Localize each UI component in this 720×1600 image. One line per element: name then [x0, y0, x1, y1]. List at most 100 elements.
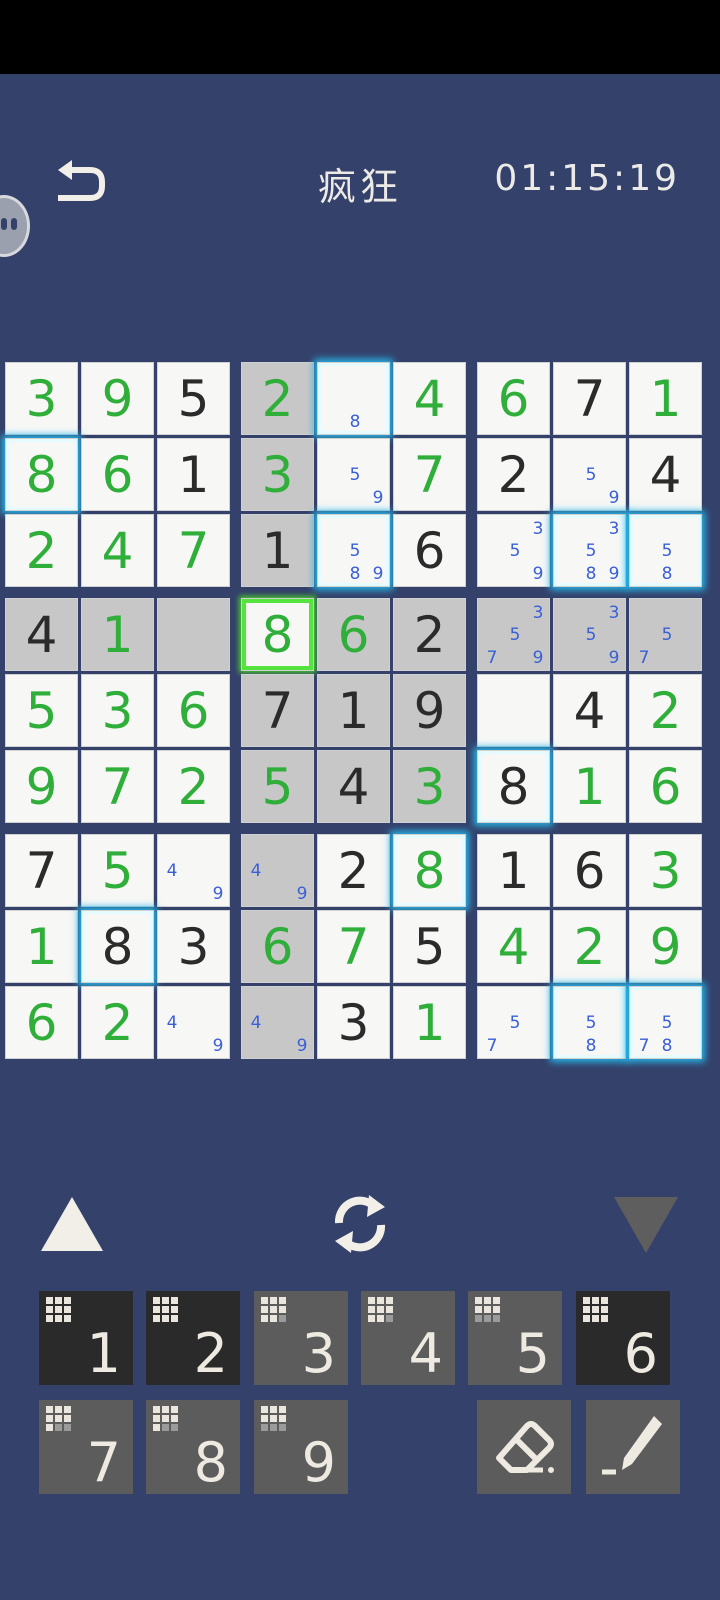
cell-r4c4[interactable]: 8: [241, 598, 314, 671]
cell-r8c5[interactable]: 7: [317, 910, 390, 983]
cell-r5c9[interactable]: 2: [629, 674, 702, 747]
cell-r4c3[interactable]: [157, 598, 230, 671]
cell-r5c7[interactable]: [477, 674, 550, 747]
cell-r4c5[interactable]: 6: [317, 598, 390, 671]
number-button-4[interactable]: 4: [361, 1291, 455, 1385]
cell-r2c9[interactable]: 4: [629, 438, 702, 511]
cell-r2c7[interactable]: 2: [477, 438, 550, 511]
cell-r2c8[interactable]: 59: [553, 438, 626, 511]
cell-r8c6[interactable]: 5: [393, 910, 466, 983]
cell-r2c4[interactable]: 3: [241, 438, 314, 511]
cell-r6c8[interactable]: 1: [553, 750, 626, 823]
cell-r2c6[interactable]: 7: [393, 438, 466, 511]
cell-r5c5[interactable]: 1: [317, 674, 390, 747]
number-button-1[interactable]: 1: [39, 1291, 133, 1385]
cell-r3c7[interactable]: 359: [477, 514, 550, 587]
cell-r9c1[interactable]: 6: [5, 986, 78, 1059]
cell-value: 7: [101, 758, 134, 816]
cell-r6c1[interactable]: 9: [5, 750, 78, 823]
cell-r2c3[interactable]: 1: [157, 438, 230, 511]
cell-r2c2[interactable]: 6: [81, 438, 154, 511]
cell-r8c3[interactable]: 3: [157, 910, 230, 983]
cell-r8c7[interactable]: 4: [477, 910, 550, 983]
cell-r5c2[interactable]: 3: [81, 674, 154, 747]
cell-r3c4[interactable]: 1: [241, 514, 314, 587]
cell-r6c2[interactable]: 7: [81, 750, 154, 823]
cell-r7c8[interactable]: 6: [553, 834, 626, 907]
progress-grid-icon: [583, 1297, 610, 1324]
cell-r1c7[interactable]: 6: [477, 362, 550, 435]
cell-r6c5[interactable]: 4: [317, 750, 390, 823]
cell-r4c7[interactable]: 357 9: [477, 598, 550, 671]
cell-r4c6[interactable]: 2: [393, 598, 466, 671]
cell-r4c2[interactable]: 1: [81, 598, 154, 671]
number-button-5[interactable]: 5: [468, 1291, 562, 1385]
cell-r6c4[interactable]: 5: [241, 750, 314, 823]
cell-r8c4[interactable]: 6: [241, 910, 314, 983]
number-button-7[interactable]: 7: [39, 1400, 133, 1494]
cell-r7c3[interactable]: 49: [157, 834, 230, 907]
cell-r7c9[interactable]: 3: [629, 834, 702, 907]
cell-r3c6[interactable]: 6: [393, 514, 466, 587]
cell-value: 4: [413, 370, 446, 428]
cell-r5c6[interactable]: 9: [393, 674, 466, 747]
erase-button[interactable]: [477, 1400, 571, 1494]
cell-r7c7[interactable]: 1: [477, 834, 550, 907]
cell-r8c8[interactable]: 2: [553, 910, 626, 983]
cell-r4c1[interactable]: 4: [5, 598, 78, 671]
cell-r1c1[interactable]: 3: [5, 362, 78, 435]
cell-r8c9[interactable]: 9: [629, 910, 702, 983]
cell-r6c9[interactable]: 6: [629, 750, 702, 823]
number-button-9[interactable]: 9: [254, 1400, 348, 1494]
cell-r9c8[interactable]: 58: [553, 986, 626, 1059]
number-button-6[interactable]: 6: [576, 1291, 670, 1385]
cell-r3c5[interactable]: 5 89: [317, 514, 390, 587]
cell-r2c5[interactable]: 59: [317, 438, 390, 511]
cell-r1c2[interactable]: 9: [81, 362, 154, 435]
cell-r8c2[interactable]: 8: [81, 910, 154, 983]
cell-r3c9[interactable]: 58: [629, 514, 702, 587]
cell-r9c5[interactable]: 3: [317, 986, 390, 1059]
cell-r1c5[interactable]: 8: [317, 362, 390, 435]
cell-r9c2[interactable]: 2: [81, 986, 154, 1059]
cell-r6c3[interactable]: 2: [157, 750, 230, 823]
cell-r3c2[interactable]: 4: [81, 514, 154, 587]
cell-r1c8[interactable]: 7: [553, 362, 626, 435]
cell-r8c1[interactable]: 1: [5, 910, 78, 983]
number-button-3[interactable]: 3: [254, 1291, 348, 1385]
cell-r4c8[interactable]: 359: [553, 598, 626, 671]
cell-r9c9[interactable]: 578: [629, 986, 702, 1059]
cell-r7c5[interactable]: 2: [317, 834, 390, 907]
cell-r9c4[interactable]: 49: [241, 986, 314, 1059]
cell-r5c8[interactable]: 4: [553, 674, 626, 747]
cell-r1c6[interactable]: 4: [393, 362, 466, 435]
pencil-note: 4: [250, 1013, 262, 1033]
cell-r7c4[interactable]: 49: [241, 834, 314, 907]
number-button-2[interactable]: 2: [146, 1291, 240, 1385]
cell-r9c6[interactable]: 1: [393, 986, 466, 1059]
pencil-notes-button[interactable]: [586, 1400, 680, 1494]
cell-r5c1[interactable]: 5: [5, 674, 78, 747]
number-button-8[interactable]: 8: [146, 1400, 240, 1494]
cell-r7c6[interactable]: 8: [393, 834, 466, 907]
cell-r7c2[interactable]: 5: [81, 834, 154, 907]
cell-r1c3[interactable]: 5: [157, 362, 230, 435]
cell-r3c3[interactable]: 7: [157, 514, 230, 587]
cell-r6c6[interactable]: 3: [393, 750, 466, 823]
cell-r9c7[interactable]: 57: [477, 986, 550, 1059]
cell-r4c9[interactable]: 57: [629, 598, 702, 671]
cell-r7c1[interactable]: 7: [5, 834, 78, 907]
cell-r5c3[interactable]: 6: [157, 674, 230, 747]
arrow-up-icon[interactable]: [41, 1197, 103, 1251]
cell-r1c4[interactable]: 2: [241, 362, 314, 435]
arrow-down-icon[interactable]: [614, 1197, 678, 1253]
cell-r3c1[interactable]: 2: [5, 514, 78, 587]
cell-r6c7[interactable]: 8: [477, 750, 550, 823]
cell-r9c3[interactable]: 49: [157, 986, 230, 1059]
refresh-button[interactable]: [325, 1193, 395, 1255]
cell-value: 5: [177, 370, 210, 428]
cell-r2c1[interactable]: 8: [5, 438, 78, 511]
cell-r1c9[interactable]: 1: [629, 362, 702, 435]
cell-r5c4[interactable]: 7: [241, 674, 314, 747]
cell-r3c8[interactable]: 35 89: [553, 514, 626, 587]
